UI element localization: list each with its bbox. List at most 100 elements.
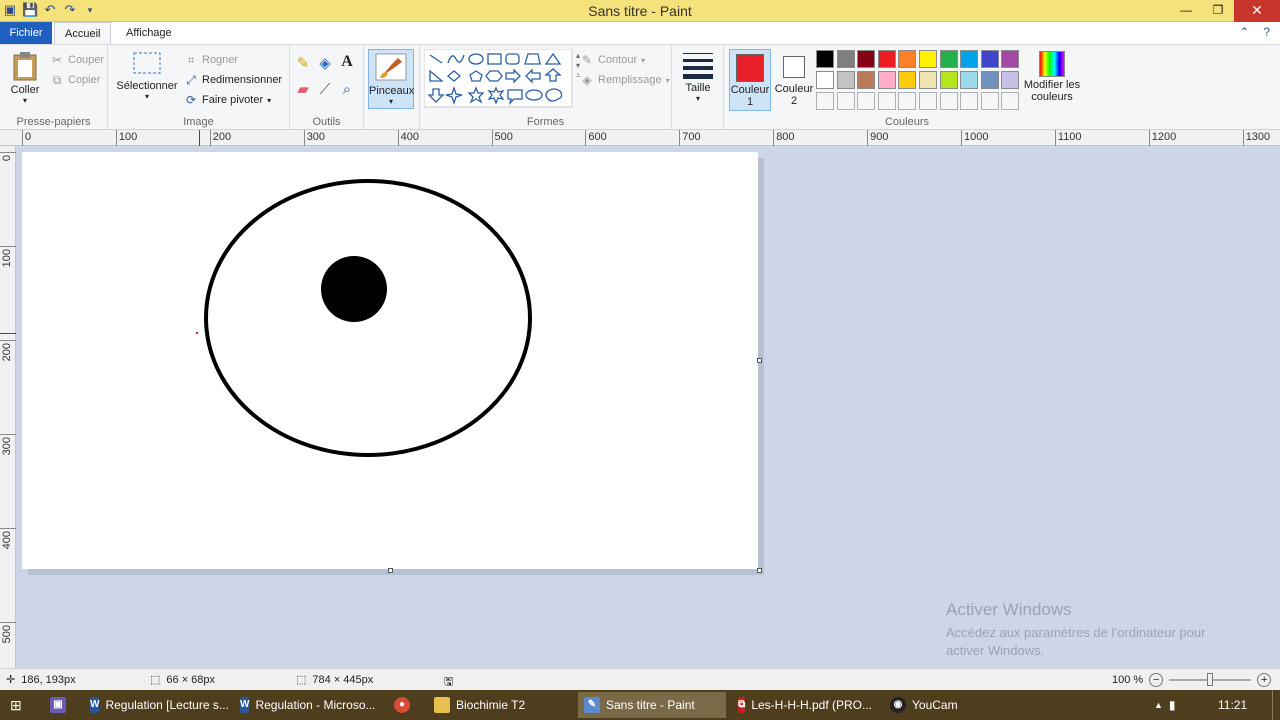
zoom-slider[interactable] xyxy=(1169,673,1252,686)
paste-dropdown-icon: ▾ xyxy=(22,96,27,105)
taskbar-item[interactable]: ◉ YouCam xyxy=(884,692,1030,718)
palette-custom-slot[interactable] xyxy=(939,92,958,110)
zoom-slider-thumb[interactable] xyxy=(1207,673,1214,686)
fill-bucket-icon[interactable]: ◈ xyxy=(318,56,332,71)
select-button[interactable]: Sélectionner ▾ xyxy=(114,51,180,101)
palette-custom-slot[interactable] xyxy=(836,92,855,110)
palette-swatch[interactable] xyxy=(877,71,896,89)
taskbar: ⊞ ▣ W Regulation [Lecture s... W Regulatio… xyxy=(0,690,1280,720)
taskbar-item-active[interactable]: ✎ Sans titre - Paint xyxy=(578,692,726,718)
palette-swatch[interactable] xyxy=(836,50,855,68)
palette-custom-slot[interactable] xyxy=(857,92,876,110)
resize-handle-corner[interactable] xyxy=(757,568,762,573)
palette-custom-slot[interactable] xyxy=(898,92,917,110)
palette-custom-slot[interactable] xyxy=(980,92,999,110)
resize-handle-right[interactable] xyxy=(757,358,762,363)
color1-label: Couleur 1 xyxy=(730,84,770,108)
tab-view[interactable]: Affichage xyxy=(116,22,182,44)
palette-custom-slot[interactable] xyxy=(1001,92,1020,110)
fill-button[interactable]: ◈ Remplissage ▾ xyxy=(580,73,669,87)
ribbon: Coller ▾ ✂ Couper ⧉ Copier Presse-papiers … xyxy=(0,44,1280,131)
drawing-canvas[interactable] xyxy=(22,152,758,569)
edit-colors-button[interactable]: Modifier les couleurs xyxy=(1020,49,1084,103)
taskbar-app-1[interactable]: ▣ xyxy=(44,692,76,718)
palette-swatch[interactable] xyxy=(919,50,937,68)
zoom-in-icon[interactable]: + xyxy=(1257,673,1272,687)
status-bar: ✛ 186, 193px ⬚ 66 × 68px ⬚ 784 × 445px 🖫 10… xyxy=(0,668,1280,690)
collapse-ribbon-icon[interactable]: ⌃ xyxy=(1239,25,1249,39)
shapes-gallery[interactable] xyxy=(424,49,574,109)
ruler-tick xyxy=(0,152,16,153)
magnifier-icon[interactable]: ⌕ xyxy=(340,82,354,97)
palette-swatch[interactable] xyxy=(939,71,958,89)
help-icon[interactable]: ? xyxy=(1263,25,1270,39)
palette-swatch[interactable] xyxy=(980,50,999,68)
palette-swatch[interactable] xyxy=(857,71,876,89)
color-palette xyxy=(816,50,1026,114)
palette-custom-slot[interactable] xyxy=(816,92,834,110)
palette-custom-slot[interactable] xyxy=(919,92,937,110)
ruler-label: 800 xyxy=(776,131,795,143)
size-button[interactable]: Taille ▾ xyxy=(678,51,718,103)
palette-swatch[interactable] xyxy=(939,50,958,68)
palette-swatch[interactable] xyxy=(960,50,979,68)
palette-swatch[interactable] xyxy=(836,71,855,89)
brushes-button[interactable]: Pinceaux ▾ xyxy=(368,49,414,109)
text-tool-icon[interactable]: A xyxy=(340,54,354,70)
clock[interactable]: 11:21 xyxy=(1212,692,1262,718)
palette-swatch[interactable] xyxy=(877,50,896,68)
palette-swatch[interactable] xyxy=(898,71,917,89)
tab-file[interactable]: Fichier xyxy=(0,22,52,44)
taskbar-item[interactable]: ⧉ Les-H-H-H.pdf (PRO... xyxy=(732,692,878,718)
cut-button[interactable]: ✂ Couper xyxy=(50,53,104,67)
color1-button[interactable]: Couleur 1 xyxy=(729,49,771,111)
outline-button[interactable]: ✎ Contour ▾ xyxy=(580,53,645,67)
minimize-button[interactable]: — xyxy=(1170,0,1202,22)
ruler-label: 100 xyxy=(1,248,13,268)
show-desktop-button[interactable] xyxy=(1272,690,1280,720)
paste-button[interactable]: Coller ▾ xyxy=(6,51,44,105)
restore-button[interactable]: ❐ xyxy=(1202,0,1234,22)
palette-swatch[interactable] xyxy=(960,71,979,89)
palette-swatch[interactable] xyxy=(816,50,834,68)
clock-time: 11:21 xyxy=(1218,698,1248,712)
system-tray[interactable]: ▲ ▮ xyxy=(1148,692,1208,718)
copy-label: Copier xyxy=(68,74,101,86)
palette-custom-slot[interactable] xyxy=(877,92,896,110)
crop-button[interactable]: ⌗ Rogner xyxy=(184,53,238,67)
resize-handle-bottom[interactable] xyxy=(388,568,393,573)
color2-button[interactable]: Couleur 2 xyxy=(774,49,814,111)
pencil-icon[interactable]: ✎ xyxy=(296,56,310,71)
color2-label: Couleur 2 xyxy=(774,83,814,107)
tab-home[interactable]: Accueil xyxy=(54,22,112,44)
close-button[interactable]: ✕ xyxy=(1234,0,1280,22)
taskbar-item[interactable]: W Regulation [Lecture s... xyxy=(84,692,230,718)
resize-button[interactable]: ⤢ Redimensionner xyxy=(184,73,282,87)
palette-swatch[interactable] xyxy=(816,71,834,89)
zoom-out-icon[interactable]: − xyxy=(1149,673,1164,687)
palette-swatch[interactable] xyxy=(1001,50,1020,68)
taskbar-item[interactable]: W Regulation - Microso... xyxy=(234,692,380,718)
copy-button[interactable]: ⧉ Copier xyxy=(50,73,101,87)
palette-swatch[interactable] xyxy=(857,50,876,68)
ruler-label: 200 xyxy=(1,342,13,362)
color-picker-icon[interactable]: ⟋ xyxy=(318,82,332,97)
youcam-icon: ◉ xyxy=(890,697,906,713)
palette-swatch[interactable] xyxy=(980,71,999,89)
taskbar-item[interactable]: Biochimie T2 xyxy=(428,692,574,718)
ruler-label: 500 xyxy=(494,131,513,143)
canvas-area[interactable] xyxy=(16,146,1280,668)
rotate-icon: ⟳ xyxy=(185,93,197,107)
colors-group-label: Couleurs xyxy=(884,116,930,128)
brush-icon xyxy=(375,53,407,81)
palette-custom-slot[interactable] xyxy=(960,92,979,110)
rotate-button[interactable]: ⟳ Faire pivoter ▾ xyxy=(184,93,271,107)
taskbar-chrome[interactable]: ● xyxy=(388,692,422,718)
palette-swatch[interactable] xyxy=(898,50,917,68)
start-button[interactable]: ⊞ xyxy=(4,692,34,718)
palette-swatch[interactable] xyxy=(1001,71,1020,89)
selection-size-value: 66 × 68px xyxy=(166,673,216,686)
eraser-icon[interactable]: ▰ xyxy=(296,82,310,97)
ruler-label: 0 xyxy=(25,131,32,143)
palette-swatch[interactable] xyxy=(919,71,937,89)
